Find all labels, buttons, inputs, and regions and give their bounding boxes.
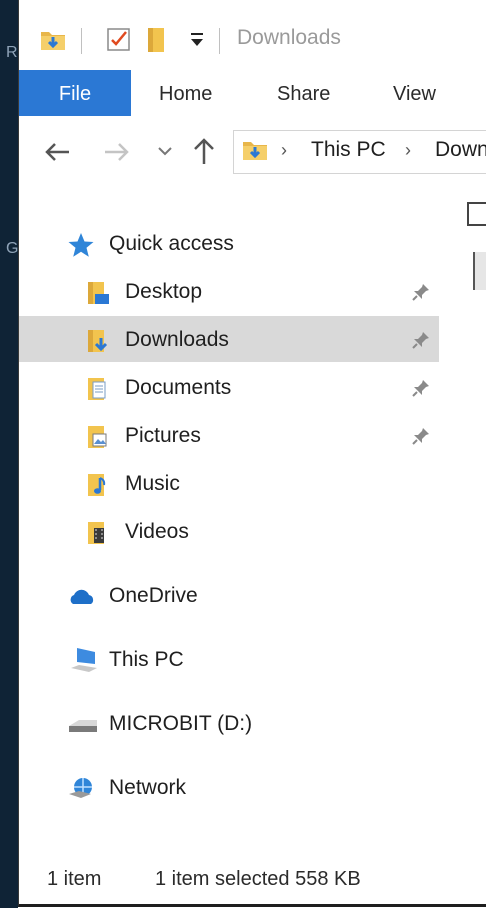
sidebar-item-music[interactable]: Music xyxy=(19,460,439,506)
nav-this-pc[interactable]: This PC xyxy=(19,636,439,682)
pin-icon[interactable] xyxy=(411,426,431,446)
tab-view[interactable]: View xyxy=(393,70,436,116)
desktop-edge-letter: G xyxy=(6,240,19,257)
desktop-background: R G xyxy=(0,0,18,908)
nav-label: Network xyxy=(109,776,187,799)
sidebar-item-pictures[interactable]: Pictures xyxy=(19,412,439,458)
nav-label: Documents xyxy=(125,376,232,399)
network-icon xyxy=(69,778,92,798)
breadcrumb-this-pc[interactable]: This PC xyxy=(311,138,386,162)
computer-icon xyxy=(71,648,97,672)
toolbar-separator xyxy=(219,28,220,54)
tab-home[interactable]: Home xyxy=(159,70,212,116)
tab-share[interactable]: Share xyxy=(277,70,330,116)
title-bar: Downloads xyxy=(19,0,486,70)
nav-label: Quick access xyxy=(109,232,234,255)
nav-label: Downloads xyxy=(125,328,229,351)
nav-onedrive[interactable]: OneDrive xyxy=(19,572,439,618)
downloads-folder-icon xyxy=(243,142,267,160)
breadcrumb-chevron-icon[interactable]: › xyxy=(405,140,411,161)
file-item-partial[interactable] xyxy=(473,252,486,290)
sidebar-item-documents[interactable]: Documents xyxy=(19,364,439,410)
status-selection: 1 item selected 558 KB xyxy=(155,868,361,890)
properties-icon[interactable] xyxy=(105,26,133,54)
nav-label: Music xyxy=(125,472,180,495)
forward-arrow-icon[interactable] xyxy=(103,140,131,164)
up-arrow-icon[interactable] xyxy=(191,136,217,166)
recent-locations-chevron-down-icon[interactable] xyxy=(157,144,173,158)
nav-label: OneDrive xyxy=(109,584,198,607)
sidebar-item-desktop[interactable]: Desktop xyxy=(19,268,439,314)
drive-icon xyxy=(69,720,97,732)
nav-label: MICROBIT (D:) xyxy=(109,712,253,735)
new-folder-icon[interactable] xyxy=(145,26,169,54)
nav-label: Desktop xyxy=(125,280,203,303)
pin-icon[interactable] xyxy=(411,378,431,398)
sidebar-item-videos[interactable]: Videos xyxy=(19,508,439,554)
select-all-checkbox[interactable] xyxy=(467,202,486,226)
downloads-folder-icon xyxy=(88,330,108,352)
pin-icon[interactable] xyxy=(411,282,431,302)
nav-label: Pictures xyxy=(125,424,201,447)
cloud-icon xyxy=(70,589,94,604)
nav-label: This PC xyxy=(109,648,184,671)
customize-toolbar-icon[interactable] xyxy=(189,30,205,50)
toolbar-separator xyxy=(81,28,82,54)
pin-icon[interactable] xyxy=(411,330,431,350)
videos-folder-icon xyxy=(88,522,104,544)
desktop-edge-letter: R xyxy=(6,44,18,61)
status-item-count: 1 item xyxy=(47,868,102,890)
pictures-folder-icon xyxy=(88,426,107,448)
nav-label: Videos xyxy=(125,520,189,543)
desktop-folder-icon xyxy=(88,282,109,304)
music-folder-icon xyxy=(88,474,106,496)
sidebar-item-downloads[interactable]: Downloads xyxy=(19,316,439,362)
nav-quick-access[interactable]: Quick access xyxy=(19,220,439,266)
documents-folder-icon xyxy=(88,378,106,400)
window-title: Downloads xyxy=(237,26,341,49)
breadcrumb-chevron-icon[interactable]: › xyxy=(281,140,287,161)
downloads-folder-icon xyxy=(41,32,65,50)
nav-network[interactable]: Network xyxy=(19,764,439,810)
breadcrumb-downloads[interactable]: Downl xyxy=(435,138,486,162)
star-icon xyxy=(68,233,94,257)
nav-microbit-drive[interactable]: MICROBIT (D:) xyxy=(19,700,439,746)
tab-file[interactable]: File xyxy=(19,70,131,116)
explorer-window: Downloads File Home Share View › This PC… xyxy=(18,0,486,907)
back-arrow-icon[interactable] xyxy=(43,140,71,164)
